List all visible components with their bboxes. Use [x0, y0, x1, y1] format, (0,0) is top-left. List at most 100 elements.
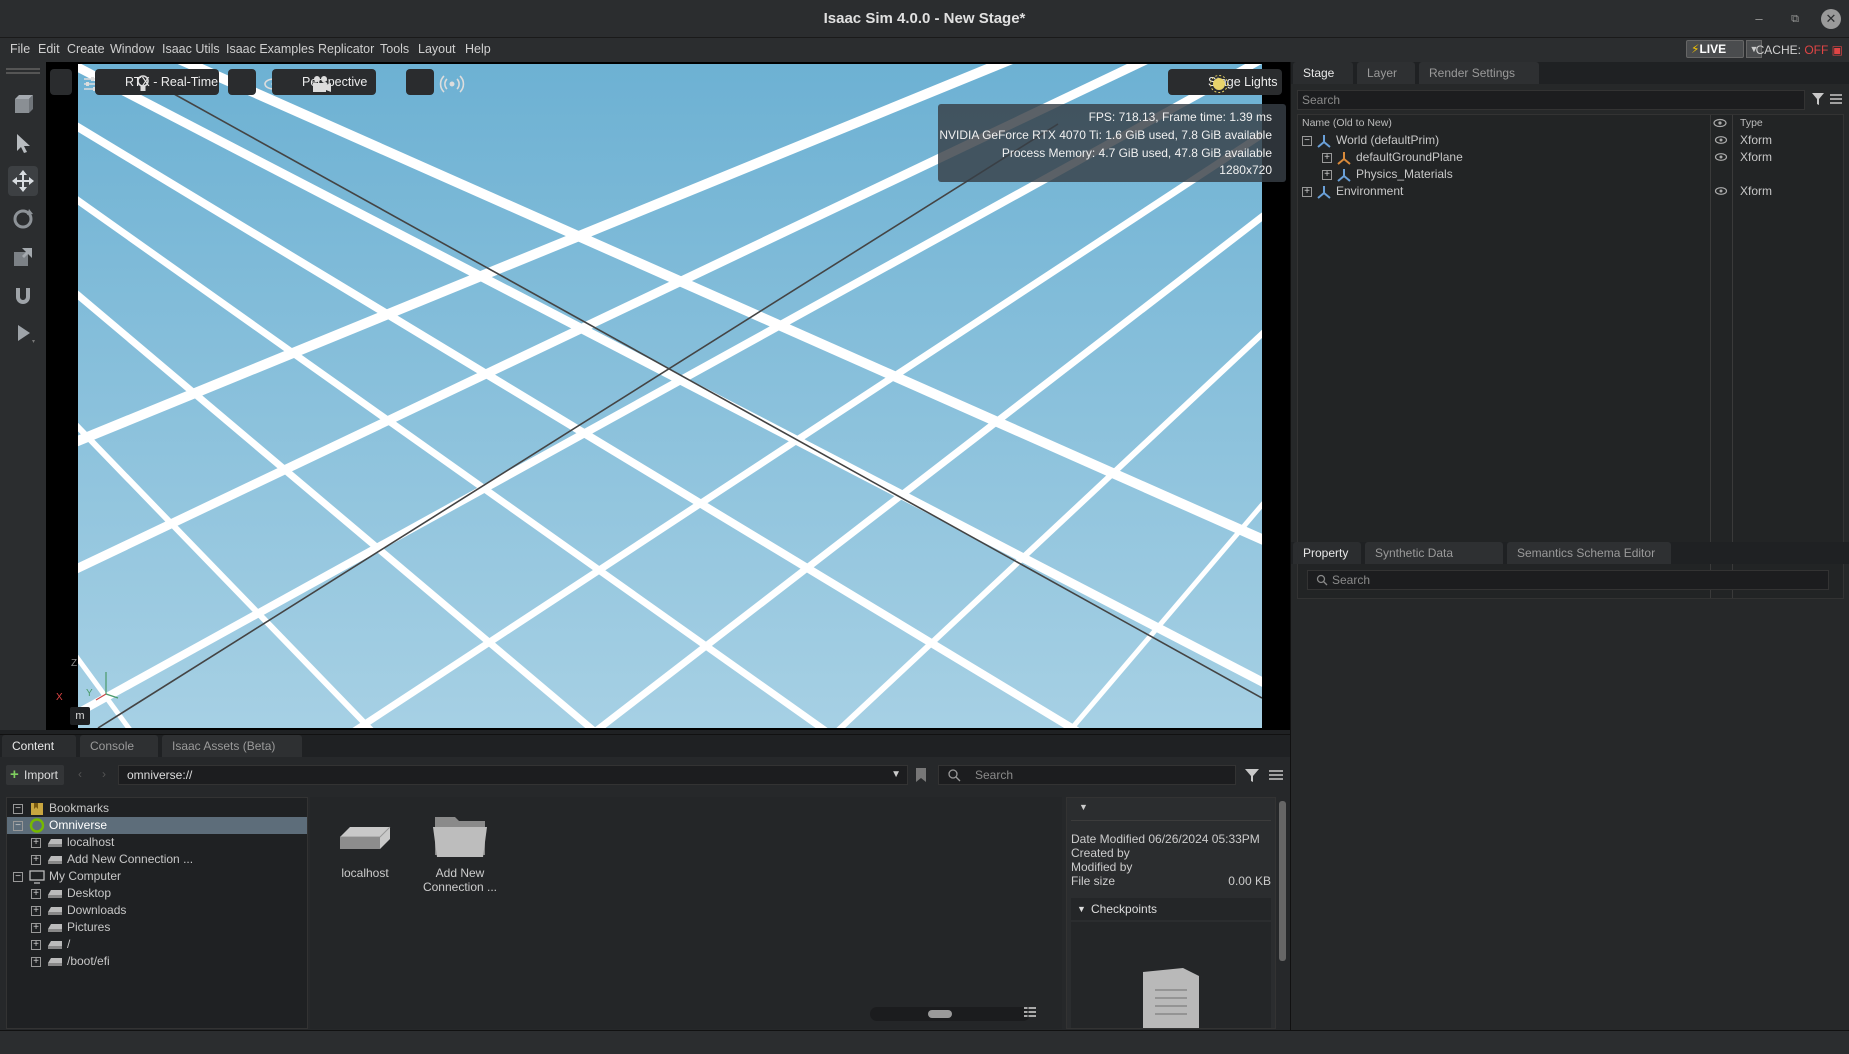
expand-icon[interactable]: +: [31, 838, 41, 848]
content-search-input[interactable]: Search: [938, 765, 1236, 785]
folder-icon: [433, 817, 487, 857]
snap-magnet-icon[interactable]: [8, 280, 38, 310]
menu-icon[interactable]: [1829, 90, 1843, 111]
expand-icon[interactable]: +: [31, 923, 41, 933]
live-button[interactable]: ⚡LIVE: [1686, 40, 1744, 58]
file-item-add-connection[interactable]: Add New Connection ...: [410, 807, 510, 907]
broadcast-button[interactable]: [406, 69, 465, 95]
expand-icon[interactable]: +: [31, 940, 41, 950]
tab-content[interactable]: Content: [2, 735, 76, 757]
file-item-localhost[interactable]: localhost: [332, 813, 398, 893]
expand-icon[interactable]: +: [31, 957, 41, 967]
expand-icon[interactable]: +: [31, 906, 41, 916]
folder-tree-item[interactable]: + Pictures: [7, 919, 307, 936]
menu-create[interactable]: Create: [67, 42, 105, 56]
expand-icon[interactable]: +: [31, 889, 41, 899]
menu-isaac-utils[interactable]: Isaac Utils: [162, 42, 220, 56]
tab-property[interactable]: Property: [1293, 542, 1361, 564]
chevron-right-icon[interactable]: [378, 69, 425, 95]
filter-icon[interactable]: [1244, 766, 1260, 787]
title-bar: Isaac Sim 4.0.0 - New Stage* – ⧉ ✕: [0, 0, 1849, 38]
visibility-eye-icon[interactable]: [1714, 183, 1728, 205]
unit-label: m: [70, 707, 90, 725]
expand-icon[interactable]: +: [1322, 153, 1332, 163]
viewport[interactable]: RTX - Real-Time Perspective Stage Lights…: [46, 62, 1290, 730]
stage-row-physics-materials[interactable]: + Physics_Materials: [1298, 166, 1849, 183]
menu-tools[interactable]: Tools: [380, 42, 409, 56]
folder-tree-item[interactable]: − Bookmarks: [7, 800, 307, 817]
tab-render-settings[interactable]: Render Settings: [1419, 62, 1539, 84]
minimize-button[interactable]: –: [1749, 9, 1769, 29]
select-arrow-icon[interactable]: [8, 128, 38, 158]
path-input[interactable]: omniverse:// ▼: [118, 765, 908, 785]
collapse-icon[interactable]: −: [1302, 136, 1312, 146]
import-button[interactable]: + Import: [6, 765, 64, 785]
file-grid: localhost Add New Connection ...: [310, 797, 1062, 1029]
viewport-settings-button[interactable]: [50, 69, 98, 95]
restore-button[interactable]: ⧉: [1785, 9, 1805, 29]
folder-tree-item[interactable]: + localhost: [7, 834, 307, 851]
tab-console[interactable]: Console: [80, 735, 158, 757]
property-tab-bar: Property Synthetic Data Recorder Semanti…: [1291, 542, 1849, 582]
rotate-icon[interactable]: [8, 204, 38, 234]
expand-icon[interactable]: +: [1302, 187, 1312, 197]
vertical-scrollbar[interactable]: [1279, 801, 1286, 961]
menu-icon[interactable]: [1268, 766, 1284, 787]
folder-tree-item[interactable]: + Add New Connection ...: [7, 851, 307, 868]
collapse-icon[interactable]: −: [13, 872, 23, 882]
folder-tree: − Bookmarks − Omniverse + localhost + Add New C…: [6, 797, 308, 1029]
folder-tree-item[interactable]: + /: [7, 936, 307, 953]
folder-tree-item[interactable]: − My Computer: [7, 868, 307, 885]
scale-icon[interactable]: [8, 242, 38, 272]
collapse-icon[interactable]: −: [13, 804, 23, 814]
menu-window[interactable]: Window: [110, 42, 154, 56]
menu-replicator[interactable]: Replicator: [318, 42, 374, 56]
bookmark-icon[interactable]: [914, 765, 928, 788]
column-name[interactable]: Name (Old to New): [1302, 117, 1392, 129]
camera-button[interactable]: Perspective: [272, 69, 376, 95]
stage-search-input[interactable]: Search: [1297, 90, 1805, 110]
select-mode-icon[interactable]: [8, 90, 38, 120]
visibility-button[interactable]: [228, 69, 284, 95]
stage-tree: Name (Old to New) Type − World (defaultP…: [1297, 114, 1844, 599]
stage-row-environment[interactable]: + Environment Xform: [1298, 183, 1849, 200]
scrollbar-thumb[interactable]: [928, 1010, 952, 1018]
expand-icon[interactable]: +: [1322, 170, 1332, 180]
grid-view-icon[interactable]: [1022, 1005, 1038, 1024]
search-icon: [1316, 571, 1328, 594]
folder-tree-item[interactable]: + Desktop: [7, 885, 307, 902]
menu-layout[interactable]: Layout: [418, 42, 456, 56]
collapse-chevron-icon[interactable]: ▼: [1079, 802, 1088, 812]
menu-isaac-examples[interactable]: Isaac Examples: [226, 42, 314, 56]
tab-synthetic-data-recorder[interactable]: Synthetic Data Recorder: [1365, 542, 1503, 582]
property-search-input[interactable]: Search: [1307, 570, 1829, 590]
toolbar-grip[interactable]: [6, 68, 40, 70]
cache-status[interactable]: CACHE: OFF ▣: [1756, 43, 1843, 57]
close-button[interactable]: ✕: [1821, 9, 1841, 29]
tab-isaac-assets[interactable]: Isaac Assets (Beta): [162, 735, 302, 757]
horizontal-scrollbar[interactable]: [870, 1007, 1030, 1021]
column-type[interactable]: Type: [1740, 115, 1763, 131]
collapse-icon[interactable]: −: [13, 821, 23, 831]
tab-stage[interactable]: Stage: [1293, 62, 1353, 84]
stage-lights-button[interactable]: Stage Lights: [1168, 69, 1282, 95]
menu-help[interactable]: Help: [465, 42, 491, 56]
folder-tree-item[interactable]: +/boot/efi: [7, 953, 307, 970]
menu-file[interactable]: File: [10, 42, 30, 56]
folder-tree-item[interactable]: + Downloads: [7, 902, 307, 919]
play-icon[interactable]: [8, 318, 38, 348]
filter-icon[interactable]: [1811, 90, 1825, 111]
path-dropdown-icon[interactable]: ▼: [891, 766, 901, 784]
tab-layer[interactable]: Layer: [1357, 62, 1415, 84]
tab-semantics-schema-editor[interactable]: Semantics Schema Editor: [1507, 542, 1671, 564]
checkpoints-header[interactable]: ▼ Checkpoints: [1071, 898, 1271, 920]
renderer-button[interactable]: RTX - Real-Time: [95, 69, 219, 95]
back-arrow-icon[interactable]: ‹: [78, 767, 82, 781]
expand-icon[interactable]: +: [31, 855, 41, 865]
stage-row-world[interactable]: − World (defaultPrim) Xform: [1298, 132, 1849, 149]
stage-row-ground-plane[interactable]: + defaultGroundPlane Xform: [1298, 149, 1849, 166]
move-icon[interactable]: [8, 166, 38, 196]
menu-edit[interactable]: Edit: [38, 42, 60, 56]
forward-arrow-icon[interactable]: ›: [102, 767, 106, 781]
folder-tree-item[interactable]: − Omniverse: [7, 817, 307, 834]
